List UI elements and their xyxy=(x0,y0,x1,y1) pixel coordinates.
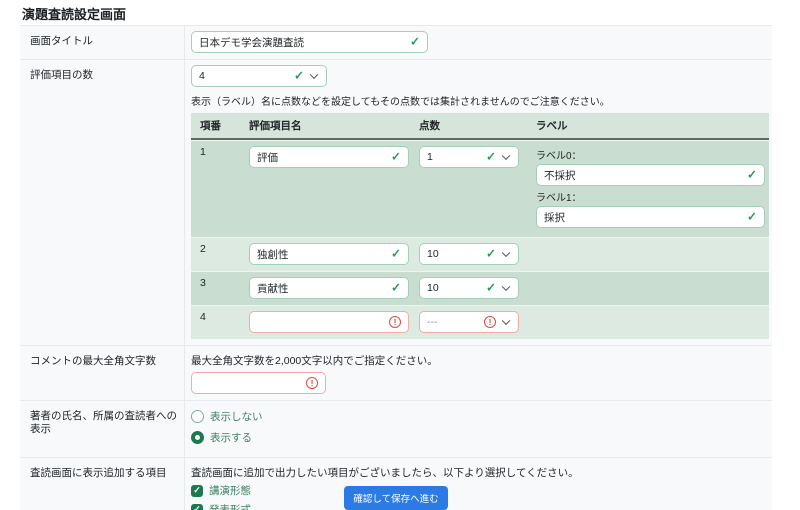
field-label: 評価項目の数 xyxy=(20,60,185,345)
eval-count-value: 4 xyxy=(199,70,205,82)
table-row: 3 貢献性 10 xyxy=(191,271,769,305)
chevron-down-icon xyxy=(502,249,510,257)
item-name-value: 評価 xyxy=(257,150,278,165)
radio-label: 表示しない xyxy=(210,409,263,424)
column-header-no: 項番 xyxy=(191,118,249,133)
table-header-row: 項番 評価項目名 点数 ラベル xyxy=(191,113,769,140)
check-icon xyxy=(486,281,496,294)
extra-items-note: 査読画面に追加で出力したい項目がございましたら、以下より選択してください。 xyxy=(191,465,766,480)
page-title: 演題査読設定画面 xyxy=(22,4,126,23)
label1-caption: ラベル1： xyxy=(536,189,765,204)
label0-value: 不採択 xyxy=(544,168,576,183)
form-row-author-display: 著者の氏名、所属の査読者への表示 表示しない 表示する xyxy=(20,401,772,458)
chevron-down-icon xyxy=(502,152,510,160)
label1-input[interactable]: 採択 xyxy=(536,206,765,228)
radio-option-hide[interactable]: 表示しない xyxy=(191,409,766,424)
check-icon xyxy=(391,247,401,260)
label0-input[interactable]: 不採択 xyxy=(536,164,765,186)
check-icon xyxy=(486,247,496,260)
save-confirm-button[interactable]: 確認して保存へ進む xyxy=(344,486,447,510)
eval-items-table: 項番 評価項目名 点数 ラベル 1 評価 xyxy=(191,113,769,339)
row-number: 4 xyxy=(191,311,249,333)
column-header-name: 評価項目名 xyxy=(249,118,419,133)
check-icon xyxy=(410,35,420,48)
review-settings-page: 演題査読設定画面 画面タイトル 日本デモ学会演題査読 評価項目の数 4 表示（ xyxy=(0,0,800,510)
alert-circle-icon xyxy=(306,377,318,389)
check-icon xyxy=(391,150,401,163)
score-value: 10 xyxy=(427,282,439,294)
chevron-down-icon xyxy=(502,283,510,291)
form-row-comment-max: コメントの最大全角文字数 最大全角文字数を2,000文字以内でご指定ください。 xyxy=(20,346,772,401)
label0-caption: ラベル0： xyxy=(536,147,765,162)
form-row-eval-items: 評価項目の数 4 表示（ラベル）名に点数などを設定してもその点数では集計されませ… xyxy=(20,60,772,346)
form-footer: 確認して保存へ進む xyxy=(20,486,772,510)
column-header-label: ラベル xyxy=(529,118,769,133)
item-name-input[interactable]: 貢献性 xyxy=(249,277,409,299)
item-name-value: 貢献性 xyxy=(257,281,289,296)
score-select[interactable]: --- xyxy=(419,311,519,333)
screen-title-value: 日本デモ学会演題査読 xyxy=(199,35,304,50)
item-name-input[interactable] xyxy=(249,311,409,333)
check-icon xyxy=(486,150,496,163)
check-icon xyxy=(747,210,757,223)
field-label: 画面タイトル xyxy=(20,26,185,59)
field-label: 著者の氏名、所属の査読者への表示 xyxy=(20,401,185,457)
check-icon xyxy=(747,168,757,181)
radio-checked-icon[interactable] xyxy=(191,431,204,444)
comment-max-input[interactable] xyxy=(191,372,326,394)
score-value: --- xyxy=(427,316,438,328)
radio-unchecked-icon[interactable] xyxy=(191,410,204,423)
eval-count-note: 表示（ラベル）名に点数などを設定してもその点数では集計されませんのでご注意くださ… xyxy=(191,93,769,108)
comment-note: 最大全角文字数を2,000文字以内でご指定ください。 xyxy=(191,353,766,368)
settings-form: 画面タイトル 日本デモ学会演題査読 評価項目の数 4 表示（ラベル）名に点数など… xyxy=(20,25,772,510)
label1-value: 採択 xyxy=(544,210,565,225)
item-name-input[interactable]: 独創性 xyxy=(249,243,409,265)
radio-option-show[interactable]: 表示する xyxy=(191,430,766,445)
field-label: コメントの最大全角文字数 xyxy=(20,346,185,400)
check-icon xyxy=(294,69,304,82)
score-value: 1 xyxy=(427,151,433,163)
alert-circle-icon xyxy=(484,316,496,328)
eval-count-select[interactable]: 4 xyxy=(191,65,327,87)
chevron-down-icon xyxy=(502,317,510,325)
form-row-screen-title: 画面タイトル 日本デモ学会演題査読 xyxy=(20,26,772,60)
score-select[interactable]: 10 xyxy=(419,243,519,265)
table-row: 1 評価 1 xyxy=(191,140,769,237)
table-row: 2 独創性 10 xyxy=(191,237,769,271)
row-number: 3 xyxy=(191,277,249,299)
screen-title-input[interactable]: 日本デモ学会演題査読 xyxy=(191,31,428,53)
score-value: 10 xyxy=(427,248,439,260)
row-number: 2 xyxy=(191,243,249,265)
item-name-value: 独創性 xyxy=(257,247,289,262)
row-number: 1 xyxy=(191,146,249,231)
table-row: 4 --- xyxy=(191,305,769,339)
chevron-down-icon xyxy=(310,71,318,79)
column-header-score: 点数 xyxy=(419,118,529,133)
item-name-input[interactable]: 評価 xyxy=(249,146,409,168)
score-select[interactable]: 10 xyxy=(419,277,519,299)
alert-circle-icon xyxy=(389,316,401,328)
check-icon xyxy=(391,281,401,294)
score-select[interactable]: 1 xyxy=(419,146,519,168)
radio-label: 表示する xyxy=(210,430,252,445)
